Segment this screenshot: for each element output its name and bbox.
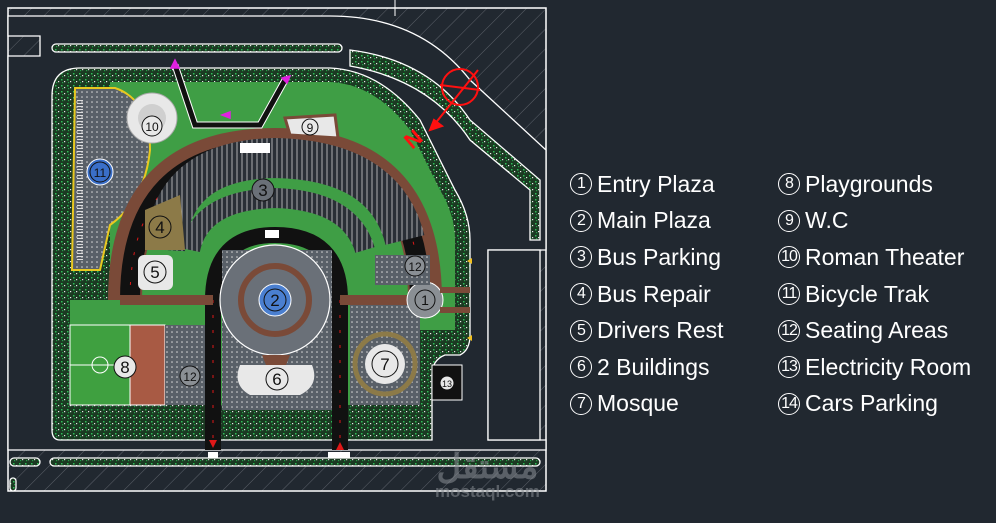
watermark-arabic: مستقل <box>436 448 539 486</box>
legend-column-2: 8 Playgrounds 9 W.C 10 Roman Theater 11 Bicy… <box>778 166 971 422</box>
legend-number-badge: 1 <box>570 173 592 196</box>
svg-text:9: 9 <box>307 121 314 135</box>
legend-number-badge: 14 <box>778 392 800 415</box>
legend-item-buildings: 62 Buildings <box>570 349 724 386</box>
legend-label: W.C <box>805 207 849 234</box>
svg-text:13: 13 <box>442 379 452 389</box>
plan-label-6: 6 <box>265 367 289 391</box>
legend-label: Roman Theater <box>805 243 965 270</box>
legend-number-badge: 12 <box>778 319 800 342</box>
svg-text:6: 6 <box>272 370 281 389</box>
watermark-latin: mostaql.com <box>435 482 540 501</box>
legend-label: Main Plaza <box>597 207 711 234</box>
plan-label-12a: 12 <box>404 255 426 277</box>
legend-item-seating-areas: 12 Seating Areas <box>778 312 971 349</box>
svg-text:1: 1 <box>421 292 429 308</box>
svg-text:3: 3 <box>258 181 267 200</box>
legend-number-badge: 7 <box>570 392 592 415</box>
legend-label: Drivers Rest <box>597 317 724 344</box>
legend-item-roman-theater: 10 Roman Theater <box>778 239 971 276</box>
plan-label-3: 3 <box>251 178 275 202</box>
watermark-logo: مستقل mostaql.com <box>435 448 540 502</box>
plan-label-9: 9 <box>301 118 319 136</box>
plan-label-5: 5 <box>143 260 167 284</box>
legend-item-bus-parking: 3 Bus Parking <box>570 239 724 276</box>
plan-label-11: 11 <box>89 161 111 183</box>
legend-number-badge: 4 <box>570 283 592 306</box>
legend-item-drivers-rest: 5 Drivers Rest <box>570 312 724 349</box>
legend-label: Bus Parking <box>597 243 722 270</box>
legend-item-mosque: 7 Mosque <box>570 386 724 423</box>
legend-item-main-plaza: 2 Main Plaza <box>570 203 724 240</box>
svg-text:7: 7 <box>380 355 389 374</box>
legend-label: Mosque <box>597 390 679 417</box>
legend-number-badge: 11 <box>778 283 800 306</box>
svg-text:10: 10 <box>145 120 159 134</box>
legend-item-cars-parking: 14 Cars Parking <box>778 386 971 423</box>
legend-label: Bicycle Trak <box>805 280 929 307</box>
svg-text:11: 11 <box>94 166 107 180</box>
svg-text:5: 5 <box>150 263 159 282</box>
plan-label-7: 7 <box>371 350 399 378</box>
legend-label: Bus Repair <box>597 280 711 307</box>
svg-text:12: 12 <box>183 370 197 384</box>
legend-label: Seating Areas <box>805 317 949 344</box>
legend-label: Electricity Room <box>805 353 972 380</box>
legend-item-playgrounds: 8 Playgrounds <box>778 166 971 203</box>
plan-label-13: 13 <box>439 375 455 391</box>
legend-item-entry-plaza: 1 Entry Plaza <box>570 166 724 203</box>
plan-label-10: 10 <box>141 115 163 137</box>
legend-number-badge: 13 <box>778 356 800 379</box>
legend-label: Playgrounds <box>805 170 933 197</box>
plan-label-12b: 12 <box>179 365 201 387</box>
legend-item-electricity-room: 13 Electricity Room <box>778 349 971 386</box>
legend-item-bicycle-track: 11 Bicycle Trak <box>778 276 971 313</box>
legend-number-badge: 5 <box>570 319 592 342</box>
legend-item-wc: 9 W.C <box>778 203 971 240</box>
legend-label: Entry Plaza <box>597 170 715 197</box>
svg-text:2: 2 <box>270 291 279 310</box>
legend-item-bus-repair: 4 Bus Repair <box>570 276 724 313</box>
legend-number-badge: 3 <box>570 246 592 269</box>
svg-text:4: 4 <box>155 218 164 237</box>
plan-label-8: 8 <box>113 355 137 379</box>
legend-number-badge: 8 <box>778 173 800 196</box>
plan-label-1: 1 <box>414 289 436 311</box>
legend-label: 2 Buildings <box>597 353 710 380</box>
playgrounds <box>69 324 205 406</box>
plan-label-4: 4 <box>148 215 172 239</box>
legend-number-badge: 10 <box>778 246 800 269</box>
svg-text:8: 8 <box>120 358 129 377</box>
legend-column-1: 1 Entry Plaza 2 Main Plaza 3 Bus Parking 4B… <box>570 166 724 422</box>
legend-number-badge: 9 <box>778 209 800 232</box>
legend-label: Cars Parking <box>805 390 938 417</box>
svg-text:12: 12 <box>408 260 422 274</box>
legend-number-badge: 2 <box>570 209 592 232</box>
legend-number-badge: 6 <box>570 356 592 379</box>
